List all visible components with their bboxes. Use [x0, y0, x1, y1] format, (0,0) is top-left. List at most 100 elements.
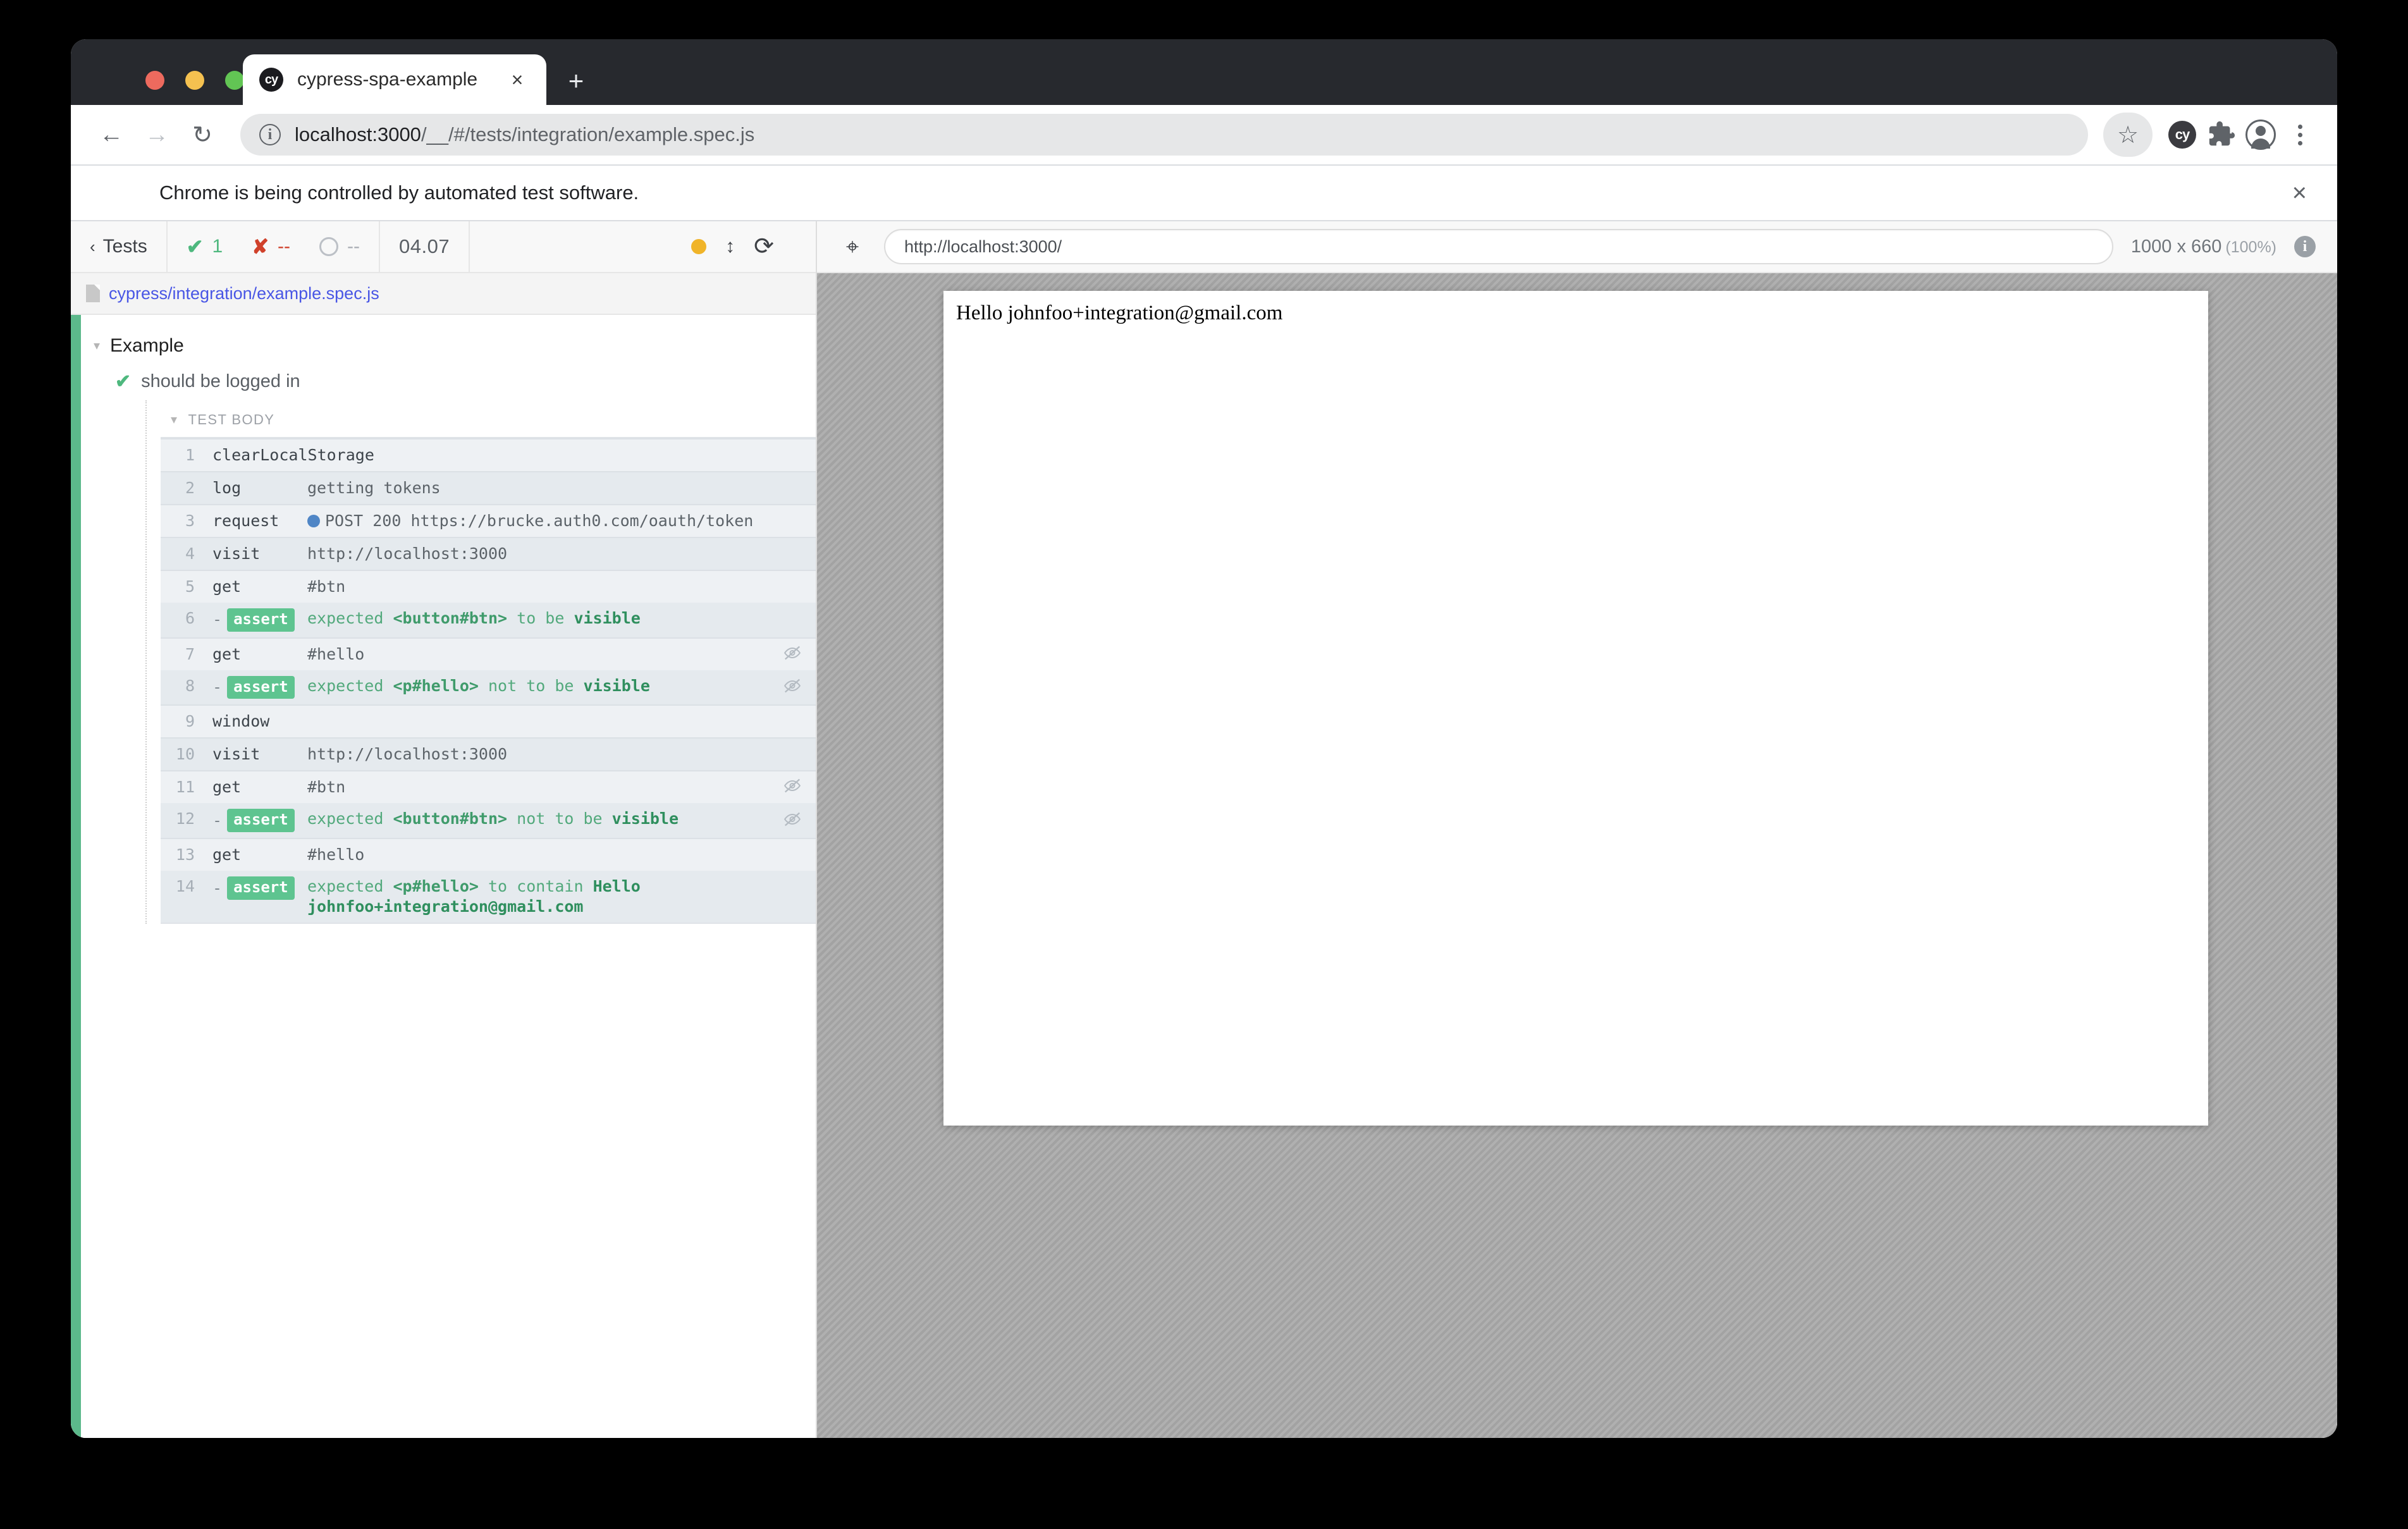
command-message: expected <p#hello> to contain Hello john…	[307, 876, 816, 917]
tab-title: cypress-spa-example	[297, 69, 478, 90]
command-number: 12	[175, 809, 195, 828]
assert-message-part: visible	[583, 676, 650, 695]
assert-message-part: <button#btn>	[393, 609, 508, 627]
command-log-row[interactable]: 8- assert expected <p#hello> not to be vis…	[161, 670, 816, 705]
auto-scroll-status-icon[interactable]	[691, 239, 707, 254]
tab-strip: cy cypress-spa-example × +	[71, 39, 2337, 105]
command-log-row[interactable]: 4 visit http://localhost:3000	[161, 537, 816, 570]
command-message: expected <button#btn> to be visible	[307, 608, 816, 629]
maximize-window-button[interactable]	[225, 71, 244, 90]
assert-dash: -	[212, 878, 223, 897]
cross-icon: ✘	[252, 235, 269, 258]
browser-tab[interactable]: cy cypress-spa-example ×	[243, 54, 546, 105]
assert-message-part: expected	[307, 676, 393, 695]
selector-playground-icon[interactable]: ⌖	[838, 233, 866, 261]
command-log-row[interactable]: 2 log getting tokens	[161, 471, 816, 504]
cypress-extension-icon[interactable]: cy	[2163, 115, 2202, 154]
stat-passed: ✔ 1	[187, 235, 223, 259]
command-log-row[interactable]: 5 get #btn	[161, 570, 816, 603]
browser-window: cy cypress-spa-example × + ← → ↻ i local…	[71, 39, 2337, 1438]
browser-menu-icon[interactable]	[2280, 115, 2319, 154]
spec-path-link[interactable]: cypress/integration/example.spec.js	[109, 284, 379, 304]
address-bar[interactable]: i localhost:3000/__/#/tests/integration/…	[240, 114, 2088, 156]
command-message: expected <p#hello> not to be visible	[307, 676, 816, 696]
command-log-row[interactable]: 6- assert expected <button#btn> to be visi…	[161, 603, 816, 637]
command-log-row[interactable]: 12- assert expected <button#btn> not to be…	[161, 803, 816, 838]
test-should-be-logged-in[interactable]: ✔ should be logged in	[87, 363, 816, 400]
reload-icon[interactable]: ↻	[180, 112, 225, 157]
cypress-favicon-icon: cy	[259, 68, 283, 92]
command-number: 11	[175, 778, 195, 797]
aut-iframe[interactable]: Hello johnfoo+integration@gmail.com	[943, 291, 2208, 1126]
hello-paragraph: Hello johnfoo+integration@gmail.com	[956, 302, 1283, 324]
close-icon[interactable]: ×	[2292, 180, 2307, 206]
browser-toolbar: ← → ↻ i localhost:3000/__/#/tests/integr…	[71, 105, 2337, 166]
test-body-wrapper: ▾ TEST BODY 1 clearLocalStorage 2 log gettin…	[145, 400, 816, 924]
profile-avatar-icon[interactable]	[2241, 115, 2280, 154]
chevron-down-icon[interactable]: ▾	[94, 340, 100, 352]
window-traffic-lights	[145, 71, 244, 90]
restart-tests-icon[interactable]: ⟳	[754, 235, 774, 259]
back-arrow-icon[interactable]: ←	[89, 112, 134, 157]
assert-message-part: visible	[574, 609, 641, 627]
close-window-button[interactable]	[145, 71, 164, 90]
command-method: get	[212, 644, 242, 663]
command-log-row[interactable]: 10 visit http://localhost:3000	[161, 737, 816, 771]
aut-url-field[interactable]: http://localhost:3000/	[884, 229, 2113, 264]
command-log-row[interactable]: 7 get #hello	[161, 637, 816, 670]
url-path: /__/#/tests/integration/example.spec.js	[421, 123, 755, 145]
hidden-element-eye-icon	[783, 777, 802, 799]
runnables-area: ▾ Example ✔ should be logged in ▾ TEST B…	[71, 315, 816, 1438]
assert-message-part: visible	[611, 809, 679, 828]
pending-ring-icon	[319, 237, 338, 256]
auto-scroll-toggle-icon[interactable]: ↕	[725, 237, 735, 256]
suite-title[interactable]: ▾ Example	[87, 329, 816, 363]
forward-arrow-icon: →	[145, 121, 169, 148]
command-log-row[interactable]: 14- assert expected <p#hello> to contain H…	[161, 871, 816, 923]
site-info-icon[interactable]: i	[259, 124, 281, 145]
stat-duration-value: 04.07	[398, 235, 450, 257]
command-log-row[interactable]: 9 window	[161, 704, 816, 737]
command-method: - assert	[204, 608, 307, 632]
test-name: should be logged in	[141, 371, 300, 391]
test-body-label-text: TEST BODY	[188, 412, 275, 427]
aut-viewport-scale: (100%)	[2225, 238, 2276, 256]
aut-viewport-dimensions: 1000 x 660	[2130, 236, 2222, 257]
new-tab-button[interactable]: +	[561, 67, 591, 97]
back-to-tests-button[interactable]: ‹ Tests	[71, 221, 168, 272]
spec-path-bar[interactable]: cypress/integration/example.spec.js	[71, 273, 816, 315]
command-method: get	[212, 778, 242, 797]
automation-infobar: Chrome is being controlled by automated …	[71, 166, 2337, 221]
command-message: getting tokens	[307, 479, 441, 497]
info-icon[interactable]: i	[2294, 236, 2316, 257]
reporter-panel: ‹ Tests ✔ 1 ✘ -- -- 04.07 ↕ ⟳ cypress/in…	[71, 221, 817, 1438]
command-message: http://localhost:3000	[307, 745, 508, 764]
bookmark-star-icon[interactable]: ☆	[2103, 113, 2153, 157]
minimize-window-button[interactable]	[185, 71, 204, 90]
command-log-row[interactable]: 3 request POST 200 https://brucke.auth0.co…	[161, 504, 816, 537]
hidden-element-eye-icon	[783, 809, 802, 832]
puzzle-extensions-icon[interactable]	[2202, 115, 2241, 154]
command-log-row[interactable]: 11 get #btn	[161, 770, 816, 803]
check-icon: ✔	[115, 371, 132, 392]
assert-dash: -	[212, 811, 223, 830]
assert-badge: assert	[227, 809, 295, 833]
reporter-header: ‹ Tests ✔ 1 ✘ -- -- 04.07 ↕ ⟳	[71, 221, 816, 273]
suite-name: Example	[110, 335, 184, 356]
assert-message-part: expected	[307, 609, 393, 627]
command-method: - assert	[204, 809, 307, 833]
assert-message-part: to contain	[478, 877, 593, 896]
assert-badge: assert	[227, 675, 295, 699]
chevron-left-icon: ‹	[90, 237, 95, 256]
command-log-row[interactable]: 13 get #hello	[161, 838, 816, 871]
command-log-row[interactable]: 1 clearLocalStorage	[161, 438, 816, 471]
test-body-header[interactable]: ▾ TEST BODY	[161, 400, 816, 437]
command-number: 14	[175, 877, 195, 896]
chevron-down-icon[interactable]: ▾	[171, 414, 178, 426]
aut-viewport-size: 1000 x 660 (100%)	[2131, 236, 2276, 257]
close-icon[interactable]: ×	[505, 70, 530, 90]
address-bar-url: localhost:3000/__/#/tests/integration/ex…	[295, 123, 754, 146]
reporter-controls: ↕ ⟳	[691, 235, 797, 259]
stat-pending-value: --	[347, 236, 360, 257]
command-number: 1	[185, 446, 195, 464]
